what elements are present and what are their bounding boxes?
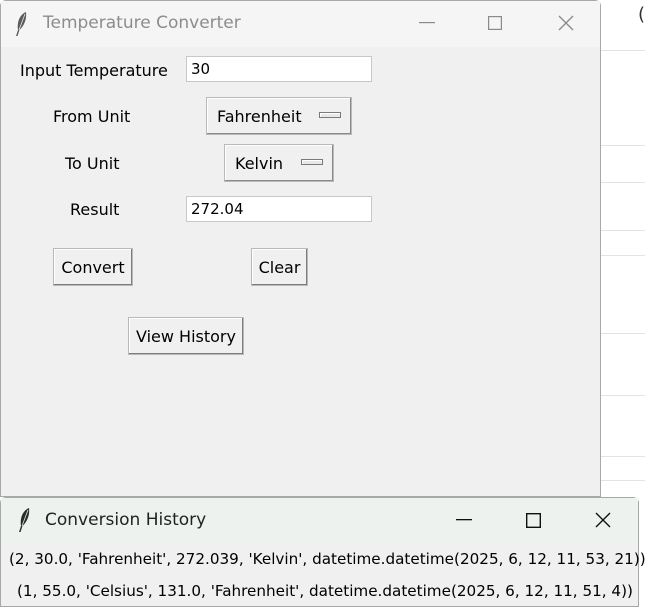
background-divider — [600, 333, 645, 334]
view-history-button-label: View History — [136, 326, 236, 346]
background-divider — [600, 182, 645, 183]
titlebar[interactable]: Conversion History — [1, 498, 638, 542]
maximize-icon — [488, 16, 502, 30]
close-icon — [558, 15, 574, 31]
maximize-button[interactable] — [519, 508, 547, 532]
convert-button[interactable]: Convert — [53, 248, 133, 286]
maximize-button[interactable] — [481, 11, 509, 35]
conversion-history-window: Conversion History (2, 30.0, 'Fahrenheit… — [0, 497, 645, 607]
temperature-converter-window: Temperature Converter Input Temperature … — [0, 0, 601, 497]
convert-button-label: Convert — [61, 257, 125, 277]
background-divider — [600, 395, 645, 396]
background-divider — [600, 230, 645, 231]
input-temperature-label: Input Temperature — [20, 61, 168, 80]
minimize-button[interactable] — [450, 508, 478, 532]
view-history-button[interactable]: View History — [128, 317, 244, 355]
history-entry: (2, 30.0, 'Fahrenheit', 272.039, 'Kelvin… — [9, 550, 645, 568]
close-button[interactable] — [589, 508, 617, 532]
from-unit-dropdown[interactable]: Fahrenheit — [206, 97, 352, 135]
input-temperature-field[interactable] — [186, 56, 372, 82]
titlebar[interactable]: Temperature Converter — [1, 1, 600, 47]
to-unit-dropdown[interactable]: Kelvin — [224, 144, 334, 182]
feather-icon — [16, 12, 27, 36]
history-entry: (1, 55.0, 'Celsius', 131.0, 'Fahrenheit'… — [17, 582, 633, 600]
close-icon — [595, 512, 611, 528]
maximize-icon — [525, 512, 541, 528]
clear-button[interactable]: Clear — [251, 248, 308, 286]
background-app-glyph: ( — [638, 4, 645, 25]
minimize-button[interactable] — [413, 11, 441, 35]
close-button[interactable] — [552, 11, 580, 35]
minimize-icon — [419, 22, 435, 24]
window-title: Conversion History — [45, 510, 207, 530]
window-title: Temperature Converter — [43, 13, 241, 33]
minimize-icon — [456, 519, 472, 521]
dropdown-indicator-icon — [301, 159, 323, 165]
from-unit-value: Fahrenheit — [217, 106, 302, 126]
background-divider — [600, 145, 645, 146]
clear-button-label: Clear — [258, 257, 301, 277]
result-label: Result — [70, 200, 120, 219]
result-field[interactable] — [186, 196, 372, 222]
feather-icon — [19, 508, 30, 532]
background-divider — [600, 50, 645, 51]
background-divider — [600, 480, 645, 481]
from-unit-label: From Unit — [53, 107, 131, 126]
to-unit-label: To Unit — [65, 154, 120, 173]
dropdown-indicator-icon — [319, 112, 341, 118]
background-divider — [600, 456, 645, 457]
background-divider — [600, 255, 645, 256]
to-unit-value: Kelvin — [235, 153, 284, 173]
